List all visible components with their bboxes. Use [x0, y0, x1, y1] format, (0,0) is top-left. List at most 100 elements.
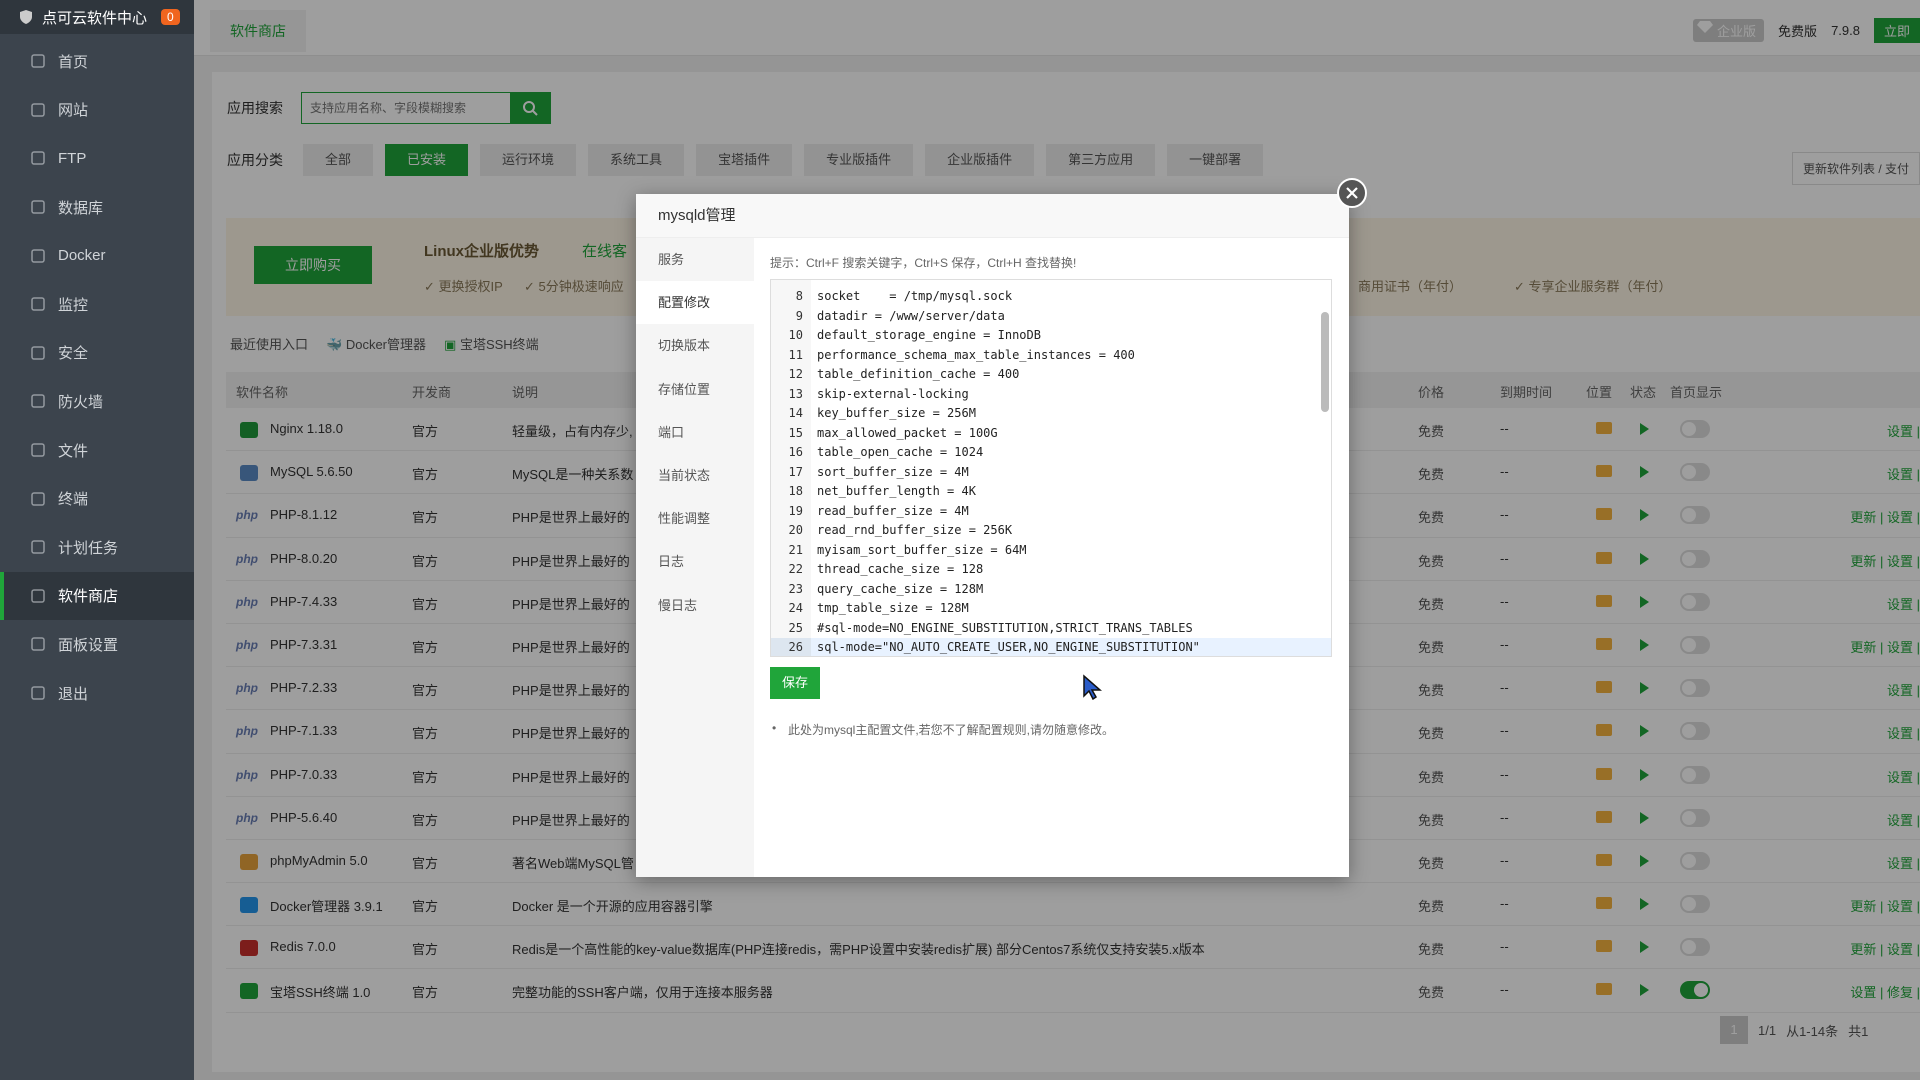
sidebar-item-label: 首页	[58, 53, 89, 71]
sidebar-nav: 首页网站 FTP 数据库 Docker 监控安全防火墙文件终端计划任务软件商店面板设置退…	[0, 37, 194, 717]
line-code: net_buffer_length = 4K	[817, 484, 976, 498]
sidebar-item-12[interactable]: 面板设置	[0, 620, 194, 669]
modal-menu-item-4[interactable]: 端口	[636, 411, 754, 454]
globe-icon	[30, 102, 46, 118]
modal-menu-item-3[interactable]: 存储位置	[636, 368, 754, 411]
line-code: query_cache_size = 128M	[817, 581, 984, 596]
editor-line: 9 datadir = /www/server/data	[771, 306, 1331, 326]
editor-line: 11 performance_schema_max_table_instances…	[771, 345, 1331, 365]
sidebar-item-0[interactable]: 首页	[0, 37, 194, 86]
editor-line: 19 read_buffer_size = 4M	[771, 501, 1331, 521]
sidebar-item-8[interactable]: 文件	[0, 426, 194, 475]
modal-menu-item-2[interactable]: 切换版本	[636, 324, 754, 367]
line-code: socket = /tmp/mysql.sock	[817, 289, 1013, 303]
sidebar-item-4[interactable]: Docker	[0, 231, 194, 280]
editor-line: 10 default_storage_engine = InnoDB	[771, 326, 1331, 346]
modal-menu-item-0[interactable]: 服务	[636, 238, 754, 281]
calendar-icon	[30, 539, 46, 555]
config-editor[interactable]: 8 socket = /tmp/mysql.sock 9 datadir = /www…	[770, 279, 1332, 657]
line-code: skip-external-locking	[817, 386, 969, 401]
notification-badge[interactable]: 0	[161, 9, 180, 25]
line-code: thread_cache_size = 128	[817, 562, 984, 576]
line-number: 26	[771, 638, 811, 656]
modal-menu-item-7[interactable]: 日志	[636, 540, 754, 583]
close-button[interactable]	[1337, 178, 1367, 208]
line-code: tmp_table_size = 128M	[817, 601, 969, 615]
sidebar-item-5[interactable]: 监控	[0, 280, 194, 329]
editor-line: 14 key_buffer_size = 256M	[771, 404, 1331, 424]
sidebar-item-2[interactable]: FTP	[0, 134, 194, 183]
editor-line: 24 tmp_table_size = 128M	[771, 599, 1331, 619]
line-code: #sql-mode=NO_ENGINE_SUBSTITUTION,STRICT_…	[817, 620, 1193, 635]
editor-hint: 提示：Ctrl+F 搜索关键字，Ctrl+S 保存，Ctrl+H 查找替换!	[770, 256, 1077, 270]
sidebar-item-label: 软件商店	[58, 588, 119, 606]
editor-line: 21 myisam_sort_buffer_size = 64M	[771, 540, 1331, 560]
sidebar-item-label: Docker	[58, 247, 106, 265]
folder-icon	[30, 442, 46, 458]
editor-line: 26 sql-mode="NO_AUTO_CREATE_USER,NO_ENGIN…	[771, 638, 1331, 656]
modal-title: mysqld管理	[636, 194, 1349, 238]
sidebar-item-10[interactable]: 计划任务	[0, 523, 194, 572]
line-code: max_allowed_packet = 100G	[817, 425, 998, 440]
line-number: 24	[771, 599, 811, 619]
line-code: sort_buffer_size = 4M	[817, 464, 969, 479]
sidebar-item-label: 文件	[58, 442, 89, 460]
line-number: 18	[771, 482, 811, 502]
line-number: 10	[771, 326, 811, 346]
sidebar-item-6[interactable]: 安全	[0, 329, 194, 378]
editor-line: 13 skip-external-locking	[771, 384, 1331, 404]
line-number: 21	[771, 540, 811, 560]
line-number: 16	[771, 443, 811, 463]
line-number: 19	[771, 501, 811, 521]
line-number: 8	[771, 287, 811, 307]
line-code: performance_schema_max_table_instances =…	[817, 347, 1135, 362]
docker-icon	[30, 248, 46, 264]
line-number: 11	[771, 345, 811, 365]
config-note: 此处为mysql主配置文件,若您不了解配置规则,请勿随意修改。	[770, 721, 1333, 738]
monitor-icon	[30, 296, 46, 312]
sidebar-item-label: 数据库	[58, 199, 104, 217]
grid-icon	[30, 588, 46, 604]
editor-scrollbar[interactable]	[1321, 312, 1329, 412]
sidebar-item-label: 网站	[58, 102, 89, 120]
gear-icon	[30, 636, 46, 652]
modal-menu-item-1[interactable]: 配置修改	[636, 281, 754, 325]
editor-line: 18 net_buffer_length = 4K	[771, 482, 1331, 502]
editor-line: 20 read_rnd_buffer_size = 256K	[771, 521, 1331, 541]
sidebar-item-label: 安全	[58, 345, 89, 363]
line-code: table_open_cache = 1024	[817, 445, 984, 459]
line-number: 20	[771, 521, 811, 541]
editor-line: 15 max_allowed_packet = 100G	[771, 423, 1331, 443]
save-button[interactable]: 保存	[770, 667, 820, 699]
sidebar-item-13[interactable]: 退出	[0, 669, 194, 718]
sidebar-item-3[interactable]: 数据库	[0, 183, 194, 232]
line-number: 12	[771, 365, 811, 385]
line-code: read_rnd_buffer_size = 256K	[817, 523, 1013, 537]
sidebar: 点可云软件中心 0 首页 网站 FTP 数据库 Docker 监控 安全 防火墙 文件 终端 计划任…	[0, 0, 194, 1080]
modal-menu-item-5[interactable]: 当前状态	[636, 454, 754, 497]
line-number: 14	[771, 404, 811, 424]
terminal-icon	[30, 491, 46, 507]
sidebar-item-9[interactable]: 终端	[0, 474, 194, 523]
sidebar-item-11[interactable]: 软件商店	[0, 571, 194, 621]
sidebar-item-7[interactable]: 防火墙	[0, 377, 194, 426]
modal-body: 提示：Ctrl+F 搜索关键字，Ctrl+S 保存，Ctrl+H 查找替换! 8…	[754, 238, 1349, 877]
line-number: 23	[771, 579, 811, 599]
modal-menu: 服务 配置修改 切换版本 存储位置 端口 当前状态 性能调整 日志 慢日志	[636, 238, 754, 877]
line-number: 13	[771, 384, 811, 404]
modal-menu-item-8[interactable]: 慢日志	[636, 584, 754, 627]
modal-menu-item-6[interactable]: 性能调整	[636, 497, 754, 540]
line-number: 9	[771, 306, 811, 326]
mysqld-modal: mysqld管理 服务 配置修改 切换版本 存储位置 端口 当前状态 性能调整 日志 慢日志 提…	[636, 178, 1367, 877]
close-icon	[1346, 187, 1358, 199]
editor-line: 12 table_definition_cache = 400	[771, 365, 1331, 385]
line-code: read_buffer_size = 4M	[817, 503, 969, 518]
sidebar-item-1[interactable]: 网站	[0, 86, 194, 135]
editor-line-partial	[771, 280, 1331, 287]
sidebar-item-label: 退出	[58, 685, 89, 703]
sidebar-item-label: 终端	[58, 491, 89, 509]
sidebar-item-label: FTP	[58, 149, 87, 167]
line-code: myisam_sort_buffer_size = 64M	[817, 542, 1027, 557]
editor-line: 8 socket = /tmp/mysql.sock	[771, 287, 1331, 307]
line-number: 15	[771, 423, 811, 443]
